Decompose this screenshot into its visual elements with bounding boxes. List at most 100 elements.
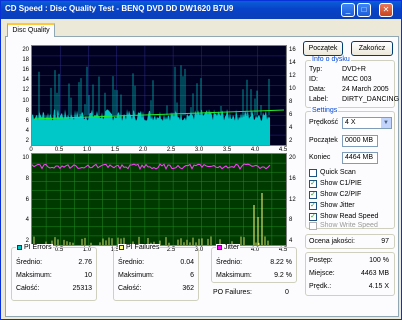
minimize-button[interactable]: _ bbox=[341, 3, 355, 17]
c1-right-tick: 2 bbox=[289, 138, 293, 144]
start-field[interactable]: 0000 MB bbox=[342, 135, 378, 147]
start-button[interactable]: Początek bbox=[303, 41, 343, 56]
show-write-speed-label: Show Write Speed bbox=[320, 222, 378, 229]
disc-info-group: Info o dysku Typ: DVD+R ID: MCC 003 Data… bbox=[305, 56, 399, 108]
jitter-stats: Jitter Średnio: 8.22 % Maksimum: 9.2 % bbox=[211, 244, 297, 283]
progress-label: Postęp: bbox=[309, 257, 333, 264]
maximize-button[interactable]: □ bbox=[357, 3, 371, 17]
pi-errors-color-swatch bbox=[17, 244, 22, 250]
show-read-speed-checkbox[interactable]: ✓ bbox=[309, 213, 317, 221]
show-jitter-checkbox[interactable]: ✓ bbox=[309, 202, 317, 210]
info-id-label: ID: bbox=[309, 76, 318, 83]
pi-failures-max-label: Maksimum: bbox=[118, 272, 154, 279]
speed-label: Prędkość bbox=[309, 119, 339, 126]
title-bar[interactable]: CD Speed : Disc Quality Test - BENQ DVD … bbox=[1, 1, 401, 19]
pi-errors-stats: PI Errors Średnio: 2.76 Maksimum: 10 Cał… bbox=[11, 244, 97, 301]
jitter-color-swatch bbox=[217, 244, 222, 250]
pi-failures-chart bbox=[31, 153, 287, 246]
info-type-value: DVD+R bbox=[342, 66, 366, 73]
c2-right-tick: 12 bbox=[289, 196, 296, 203]
window-title: CD Speed : Disc Quality Test - BENQ DVD … bbox=[5, 4, 234, 13]
pi-errors-max-label: Maksimum: bbox=[16, 272, 52, 279]
c2-right-tick: 16 bbox=[289, 175, 296, 182]
show-read-speed-label: Show Read Speed bbox=[320, 213, 379, 220]
c1-right-tick: 16 bbox=[289, 47, 296, 53]
info-label-value: DIRTY_DANCING bbox=[342, 96, 400, 103]
pi-errors-avg-value: 2.76 bbox=[78, 259, 92, 266]
jitter-title: Jitter bbox=[224, 244, 240, 251]
pi-failures-title: PI Failures bbox=[126, 244, 160, 251]
pi-failures-plot bbox=[31, 154, 286, 245]
progress-box: Postęp: 100 % Miejsce: 4463 MB Prędk.: 4… bbox=[305, 252, 395, 296]
c1-left-tick: 16 bbox=[22, 67, 29, 74]
c2-right-tick: 4 bbox=[289, 238, 293, 244]
pi-errors-plot bbox=[32, 46, 287, 145]
progress-value: 100 % bbox=[369, 257, 389, 264]
pi-failures-legend: PI Failures bbox=[118, 244, 161, 252]
jitter-max-value: 9.2 % bbox=[274, 272, 292, 279]
show-c1-pie-checkbox[interactable]: ✓ bbox=[309, 180, 317, 188]
close-button[interactable]: ✕ bbox=[379, 3, 393, 17]
pi-errors-total-label: Całość: bbox=[16, 285, 40, 292]
c1-left-tick: 8 bbox=[25, 107, 29, 114]
quick-scan-checkbox[interactable] bbox=[309, 169, 317, 177]
po-failures-label: PO Failures: bbox=[213, 289, 252, 296]
position-value: 4463 MB bbox=[360, 270, 389, 277]
show-jitter-label: Show Jitter bbox=[320, 202, 355, 209]
info-date-value: 24 March 2005 bbox=[342, 86, 389, 93]
pi-failures-color-swatch bbox=[119, 244, 124, 250]
jitter-avg-value: 8.22 % bbox=[270, 259, 292, 266]
jitter-legend: Jitter bbox=[216, 244, 241, 252]
speed-select-value: 4 X bbox=[345, 119, 356, 126]
jitter-max-label: Maksimum: bbox=[216, 272, 252, 279]
info-date-label: Data: bbox=[309, 86, 326, 93]
show-write-speed-checkbox[interactable] bbox=[309, 222, 317, 230]
end-label: Koniec bbox=[309, 154, 331, 161]
pi-failures-avg-label: Średnio: bbox=[118, 259, 145, 266]
c1-left-tick: 6 bbox=[25, 117, 29, 124]
c2-left-tick: 8 bbox=[25, 175, 29, 182]
app-window: CD Speed : Disc Quality Test - BENQ DVD … bbox=[0, 0, 402, 320]
pi-errors-max-value: 10 bbox=[84, 272, 92, 279]
quality-score-value: 97 bbox=[381, 238, 389, 245]
start-label: Początek bbox=[309, 137, 338, 144]
c2-left-tick: 4 bbox=[25, 217, 29, 224]
pi-failures-max-value: 6 bbox=[190, 272, 194, 279]
speed-readout-value: 4.15 X bbox=[368, 283, 389, 290]
c2-left-tick: 6 bbox=[25, 196, 29, 203]
c1-left-tick: 12 bbox=[22, 87, 29, 94]
pi-errors-title: PI Errors bbox=[24, 244, 52, 251]
c1-left-tick: 10 bbox=[22, 97, 29, 104]
chevron-down-icon[interactable]: ▼ bbox=[381, 118, 391, 128]
tab-disc-quality[interactable]: Disc Quality bbox=[7, 23, 55, 37]
show-c2-pif-checkbox[interactable]: ✓ bbox=[309, 191, 317, 199]
settings-group: Settings Prędkość 4 X ▼ Początek 0000 MB… bbox=[305, 107, 395, 230]
c1-right-tick: 8 bbox=[289, 99, 293, 105]
pi-errors-legend: PI Errors bbox=[16, 244, 53, 252]
c1-left-tick: 4 bbox=[25, 127, 29, 134]
po-failures-value: 0 bbox=[285, 289, 289, 296]
c2-left-tick: 10 bbox=[22, 155, 29, 161]
c1-right-tick: 4 bbox=[289, 125, 293, 131]
pi-errors-avg-label: Średnio: bbox=[16, 259, 43, 266]
c2-right-tick: 8 bbox=[289, 217, 293, 224]
jitter-avg-label: Średnio: bbox=[216, 259, 243, 266]
c2-right-tick: 20 bbox=[289, 155, 296, 161]
info-label-label: Label: bbox=[309, 96, 329, 103]
c1-left-tick: 20 bbox=[22, 47, 29, 53]
end-field[interactable]: 4464 MB bbox=[342, 152, 378, 164]
show-c2-pif-label: Show C2/PIF bbox=[320, 191, 362, 198]
end-button[interactable]: Zakończ bbox=[351, 41, 393, 56]
pi-failures-total-value: 362 bbox=[182, 285, 194, 292]
speed-readout-label: Prędk.: bbox=[309, 283, 332, 290]
show-c1-pie-label: Show C1/PIE bbox=[320, 180, 362, 187]
quality-score-box: Ocena jakości: 97 bbox=[305, 234, 395, 249]
settings-title: Settings bbox=[311, 107, 339, 115]
c1-right-tick: 14 bbox=[289, 60, 296, 66]
pi-failures-avg-value: 0.04 bbox=[180, 259, 194, 266]
pi-errors-chart bbox=[31, 45, 287, 146]
quality-score-label: Ocena jakości: bbox=[309, 238, 355, 245]
disc-info-title: Info o dysku bbox=[311, 56, 351, 64]
speed-select[interactable]: 4 X ▼ bbox=[342, 117, 392, 129]
pi-failures-stats: PI Failures Średnio: 0.04 Maksimum: 6 Ca… bbox=[113, 244, 199, 301]
